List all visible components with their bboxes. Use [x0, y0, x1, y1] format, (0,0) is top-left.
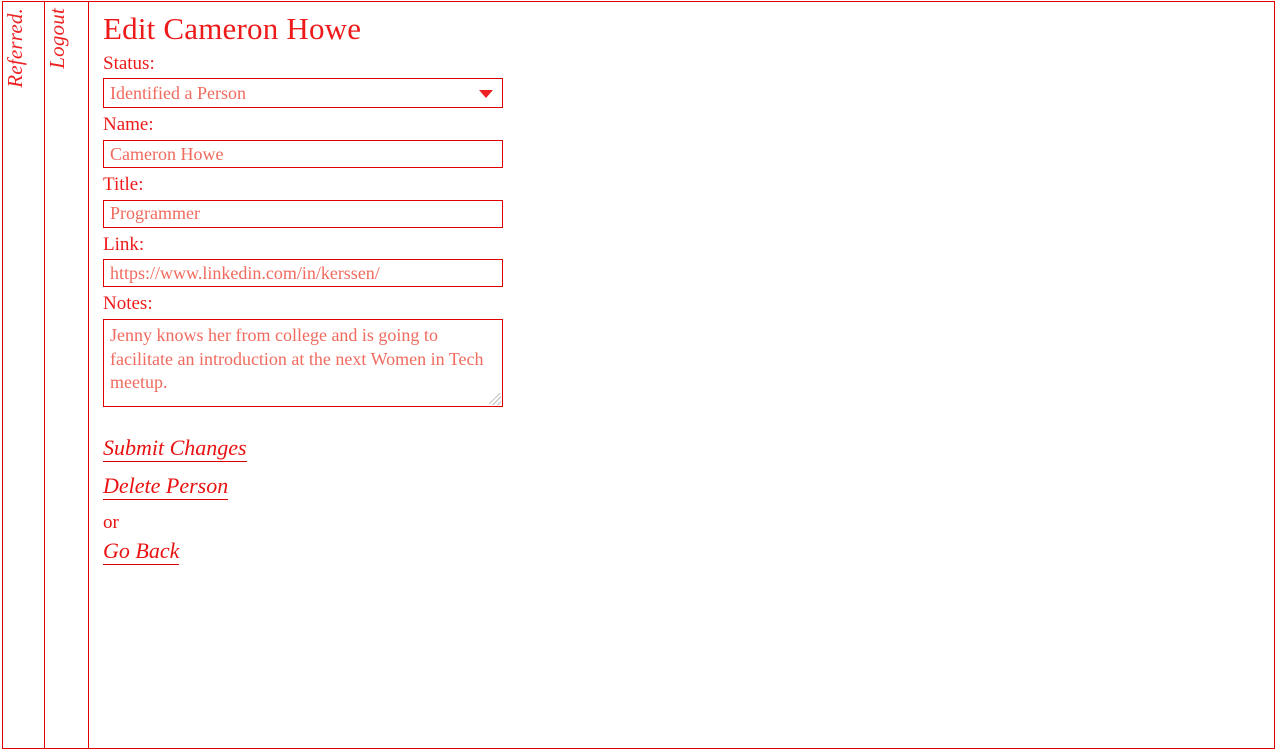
- notes-textarea[interactable]: [103, 318, 503, 407]
- submit-changes-link[interactable]: Submit Changes: [103, 436, 247, 462]
- link-label: Link:: [103, 233, 145, 255]
- field-title: Title:: [103, 172, 663, 228]
- page-title: Edit Cameron Howe: [103, 11, 362, 46]
- actions-separator: or: [103, 511, 119, 533]
- notes-wrapper: [103, 318, 503, 407]
- link-input[interactable]: [103, 259, 503, 288]
- submit-changes-row: Submit Changes: [103, 436, 663, 462]
- chevron-down-icon: [479, 90, 493, 99]
- main-content: Edit Cameron Howe Status: Identified a P…: [89, 2, 1274, 748]
- title-input[interactable]: [103, 199, 503, 228]
- sidebar-rail-logout[interactable]: Logout: [45, 2, 89, 748]
- delete-person-link[interactable]: Delete Person: [103, 474, 229, 500]
- name-label: Name:: [103, 114, 154, 136]
- field-link: Link:: [103, 232, 663, 288]
- edit-person-form: Edit Cameron Howe Status: Identified a P…: [103, 10, 663, 578]
- title-label: Title:: [103, 174, 144, 196]
- status-label: Status:: [103, 52, 155, 74]
- go-back-row: Go Back: [103, 539, 663, 565]
- go-back-link[interactable]: Go Back: [103, 539, 180, 565]
- field-notes: Notes:: [103, 291, 663, 407]
- status-selected-value: Identified a Person: [110, 84, 246, 103]
- sidebar-rail-referred[interactable]: Referred.: [3, 2, 45, 748]
- delete-person-row: Delete Person: [103, 474, 663, 500]
- form-actions: Submit Changes Delete Person or Go Back: [103, 436, 663, 565]
- field-status: Status: Identified a Person: [103, 51, 663, 109]
- field-name: Name:: [103, 112, 663, 169]
- app-frame: Referred. Logout Edit Cameron Howe Statu…: [2, 1, 1275, 749]
- status-select[interactable]: Identified a Person: [103, 78, 503, 109]
- name-input[interactable]: [103, 140, 503, 169]
- notes-label: Notes:: [103, 293, 153, 315]
